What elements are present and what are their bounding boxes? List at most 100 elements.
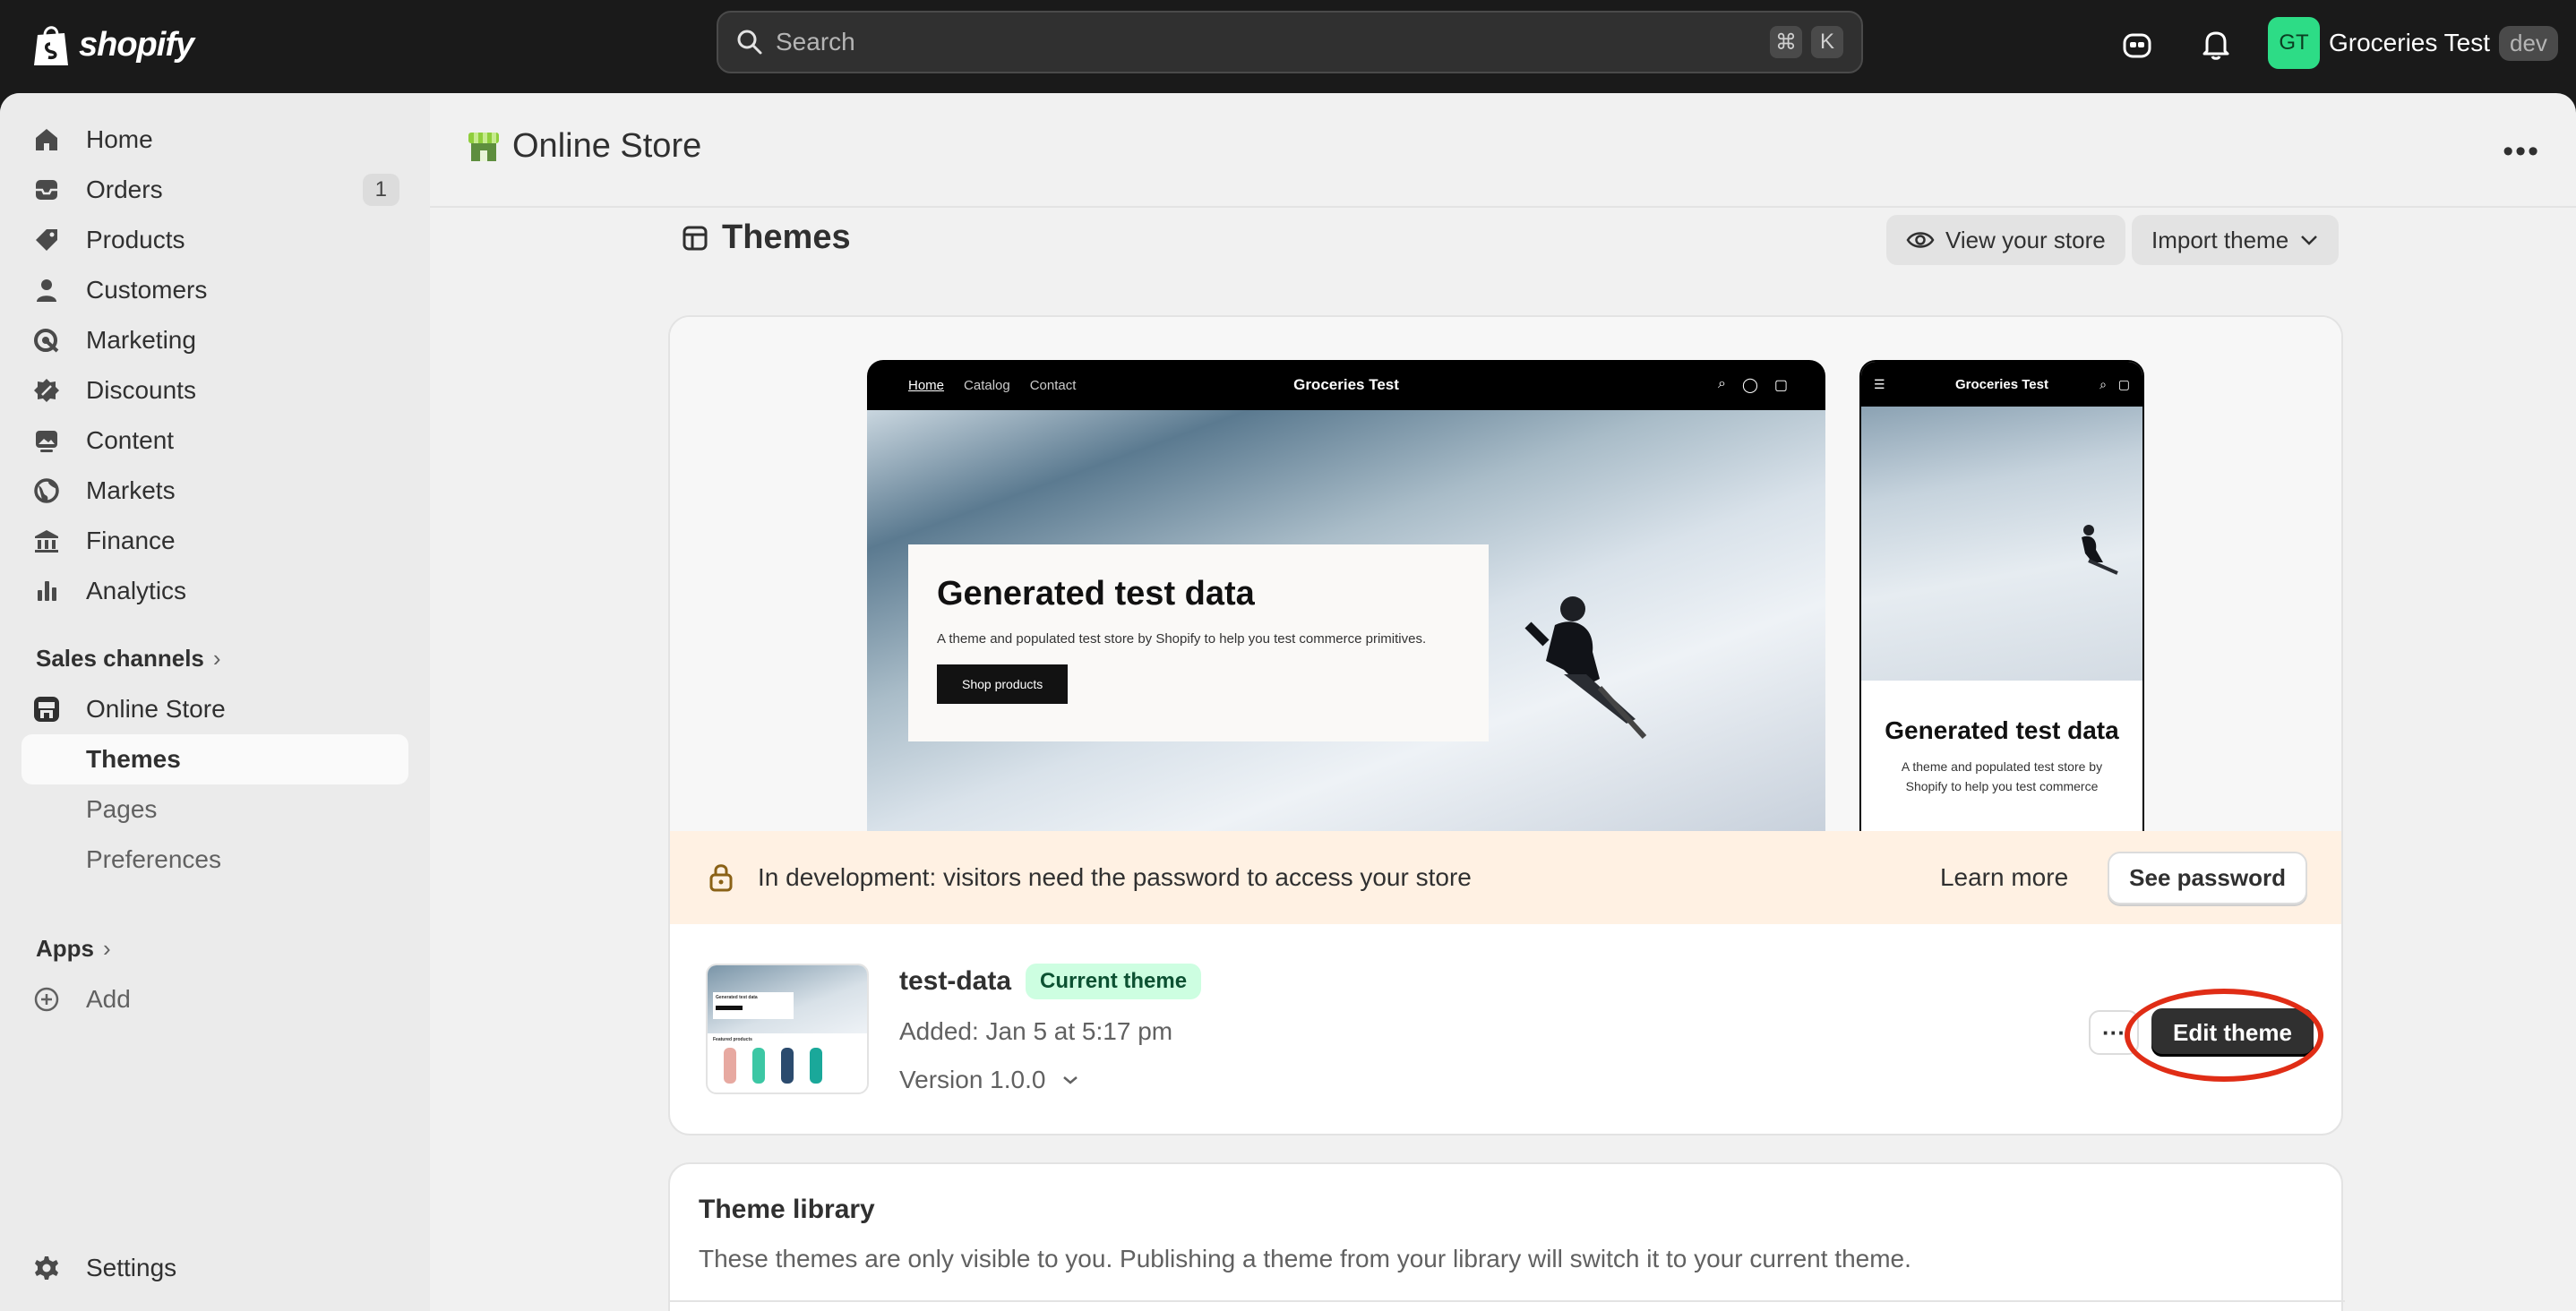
sidebar-item-label: Themes	[86, 745, 181, 773]
preview-hero-heading: Generated test data	[937, 575, 1255, 613]
thumbnail-product	[810, 1048, 822, 1084]
sidebar-item-analytics[interactable]: Analytics	[21, 566, 408, 616]
learn-more-link[interactable]: Learn more	[1940, 863, 2068, 892]
sidebar-item-label: Marketing	[86, 326, 196, 354]
thumbnail-heading: Generated test data	[716, 995, 758, 1000]
shopify-bag-icon	[34, 26, 68, 65]
account-menu[interactable]: GT Groceries Test dev	[2268, 16, 2558, 70]
chevron-down-icon	[1063, 1076, 1078, 1084]
dev-badge: dev	[2499, 25, 2558, 61]
sidebar-item-online-store[interactable]: Online Store	[21, 684, 408, 734]
theme-template-icon	[683, 226, 708, 250]
main-content: Online Store ••• Themes View your store …	[430, 93, 2576, 1311]
store-name: Groceries Test	[2329, 29, 2490, 56]
desktop-preview-nav: Home Catalog Contact Groceries Test ⌕ ◯ …	[867, 360, 1825, 410]
discount-icon	[34, 379, 59, 402]
sidebar-item-settings[interactable]: Settings	[21, 1243, 408, 1293]
development-banner: In development: visitors need the passwo…	[670, 831, 2341, 924]
bell-icon	[2202, 31, 2229, 60]
sidekick-icon	[2123, 33, 2151, 58]
tag-icon	[36, 229, 57, 251]
sales-channels-header[interactable]: Sales channels ›	[36, 645, 221, 673]
page-title-text: Online Store	[512, 127, 702, 165]
import-theme-label: Import theme	[2151, 226, 2289, 253]
shortcut-key-command: ⌘	[1770, 26, 1802, 58]
theme-name-row: test-data Current theme	[899, 964, 1202, 999]
thumbnail-products	[708, 1046, 867, 1085]
sidebar-item-discounts[interactable]: Discounts	[21, 365, 408, 416]
lock-icon	[709, 864, 733, 892]
target-icon	[34, 329, 59, 353]
theme-library-divider	[670, 1300, 2345, 1302]
page-title: Online Store	[466, 127, 701, 166]
shopify-logo[interactable]: shopify	[32, 18, 194, 72]
orders-count-badge: 1	[362, 174, 399, 206]
sidebar-item-add-app[interactable]: Add	[21, 974, 408, 1024]
sidebar-item-label: Pages	[86, 795, 158, 823]
home-icon	[36, 129, 57, 150]
preview-hero-box: Generated test data A theme and populate…	[908, 544, 1489, 741]
search-bar[interactable]: Search ⌘ K	[717, 11, 1863, 73]
store-icon	[34, 697, 59, 722]
sidebar-item-label: Content	[86, 426, 175, 454]
snowboarder-small-illustration	[2082, 525, 2118, 575]
view-store-label: View your store	[1945, 226, 2106, 253]
preview-hero-text: A theme and populated test store by Shop…	[937, 631, 1427, 647]
sidebar-item-label: Customers	[86, 276, 208, 304]
sales-channels-label: Sales channels	[36, 645, 204, 672]
preview-cart-icon: ▢	[1773, 378, 1788, 393]
sidebar-item-customers[interactable]: Customers	[21, 265, 408, 315]
sidekick-button[interactable]	[2114, 21, 2160, 68]
sidebar-item-markets[interactable]: Markets	[21, 466, 408, 516]
sidebar-item-pages[interactable]: Pages	[21, 784, 408, 835]
thumbnail-hero: Generated test data	[708, 965, 867, 1033]
preview-shop-button: Shop products	[937, 664, 1069, 704]
preview-mobile-text: A theme and populated test store by Shop…	[1901, 759, 2103, 794]
bar-chart-icon	[38, 581, 56, 601]
theme-version: Version 1.0.0	[899, 1066, 1046, 1093]
view-store-button[interactable]: View your store	[1886, 215, 2125, 265]
thumbnail-subheading: Featured products	[713, 1037, 752, 1042]
mobile-preview-nav: ☰ Groceries Test ⌕ ▢	[1861, 362, 2142, 407]
sidebar-item-label: Home	[86, 125, 153, 153]
theme-thumbnail[interactable]: Generated test data Featured products	[706, 964, 869, 1094]
thumbnail-button	[716, 1006, 743, 1010]
preview-mobile-heading: Generated test data	[1885, 716, 2119, 744]
sidebar-item-label: Discounts	[86, 376, 196, 404]
online-store-icon	[468, 132, 499, 161]
preview-hero-image: Generated test data A theme and populate…	[867, 410, 1825, 835]
sidebar-item-marketing[interactable]: Marketing	[21, 315, 408, 365]
theme-preview[interactable]: Home Catalog Contact Groceries Test ⌕ ◯ …	[670, 317, 2341, 835]
themes-section-title: Themes	[681, 218, 851, 257]
sidebar-item-home[interactable]: Home	[21, 115, 408, 165]
theme-version-toggle[interactable]: Version 1.0.0	[899, 1066, 1079, 1094]
sidebar-item-preferences[interactable]: Preferences	[21, 835, 408, 885]
import-theme-button[interactable]: Import theme	[2132, 215, 2340, 265]
search-icon	[737, 30, 762, 55]
sidebar-item-products[interactable]: Products	[21, 215, 408, 265]
sidebar-item-label: Finance	[86, 527, 176, 554]
top-bar: shopify Search ⌘ K GT Groceries Test dev	[0, 0, 2576, 93]
current-theme-card: Home Catalog Contact Groceries Test ⌕ ◯ …	[668, 315, 2343, 1135]
sidebar-item-label: Markets	[86, 476, 176, 504]
shortcut-key-k: K	[1811, 26, 1843, 58]
thumbnail-product	[752, 1048, 765, 1084]
chevron-down-icon	[2301, 236, 2318, 245]
sidebar-item-content[interactable]: Content	[21, 416, 408, 466]
preview-search-icon: ⌕	[1718, 376, 1726, 391]
apps-header[interactable]: Apps ›	[36, 935, 111, 963]
sidebar-item-label: Online Store	[86, 695, 226, 723]
theme-name: test-data	[899, 966, 1012, 996]
sidebar-item-finance[interactable]: Finance	[21, 516, 408, 566]
sidebar-item-label: Products	[86, 226, 185, 253]
see-password-button[interactable]: See password	[2108, 851, 2307, 904]
gear-icon	[35, 1256, 58, 1280]
sidebar-item-label: Preferences	[86, 845, 221, 873]
preview-link-contact: Contact	[1029, 377, 1077, 393]
sidebar-item-orders[interactable]: Orders 1	[21, 165, 408, 215]
search-placeholder: Search	[776, 28, 855, 56]
theme-library-title: Theme library	[699, 1195, 875, 1224]
page-more-actions-button[interactable]: •••	[2503, 134, 2540, 169]
notifications-button[interactable]	[2193, 21, 2239, 68]
sidebar-item-themes[interactable]: Themes	[21, 734, 408, 784]
